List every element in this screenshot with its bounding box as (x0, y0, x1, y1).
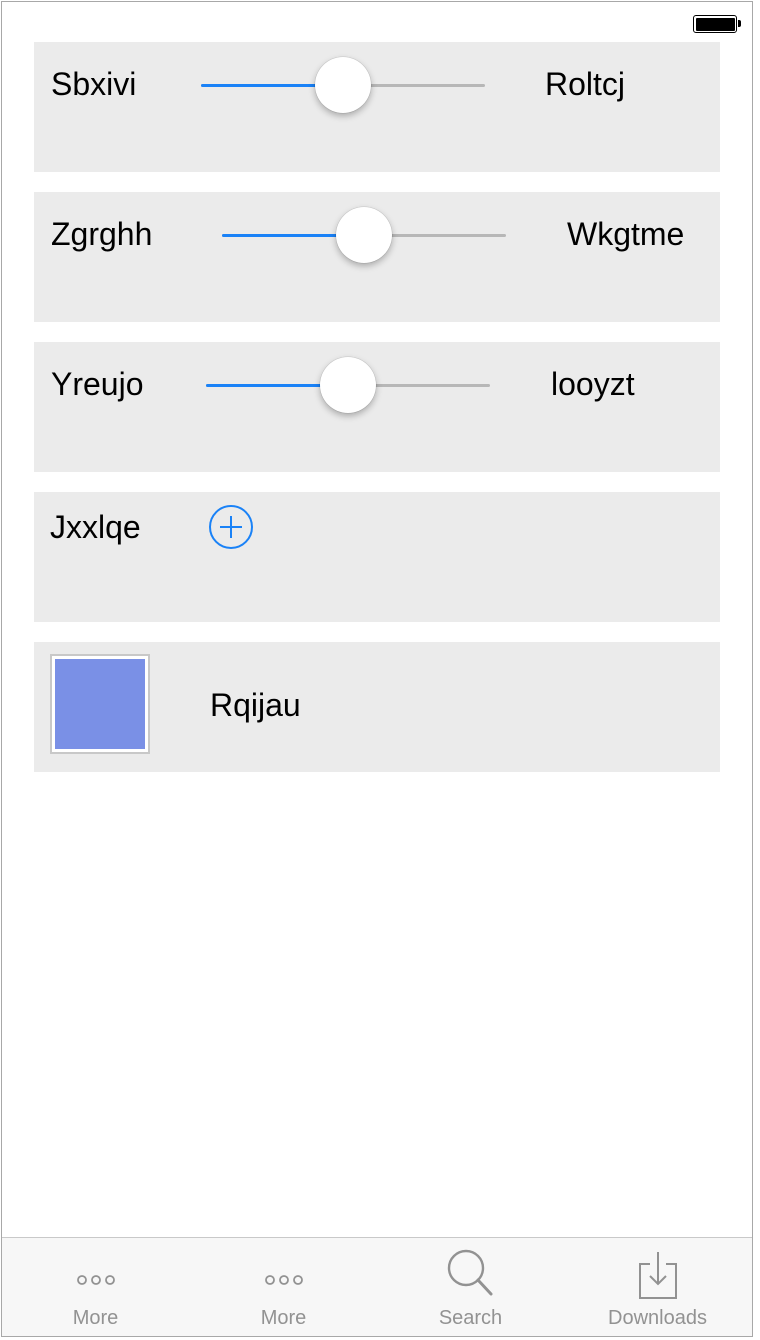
battery-level (695, 17, 735, 31)
battery-icon (693, 15, 741, 33)
slider-label: Zgrghh (51, 216, 153, 252)
slider-thumb[interactable] (336, 207, 392, 263)
slider-row-zgrghh: Zgrghh Wkgtme (34, 192, 720, 322)
color-swatch-fill (55, 659, 145, 749)
tab-more-1[interactable]: More (2, 1238, 189, 1336)
tab-label: Search (438, 1307, 503, 1329)
slider-thumb[interactable] (315, 57, 371, 113)
plus-circle-icon[interactable] (209, 505, 253, 549)
slider-end-label: looyzt (551, 366, 635, 402)
slider-row-sbxivi: Sbxivi Roltcj (34, 42, 720, 172)
more-icon (76, 1275, 115, 1285)
tab-search[interactable]: Search (377, 1238, 564, 1336)
battery-nub (738, 20, 741, 27)
slider-label: Sbxivi (51, 66, 137, 102)
tab-downloads[interactable]: Downloads (564, 1238, 751, 1336)
add-row-jxxlqe: Jxxlqe (34, 492, 720, 622)
tab-bar: More More Search Downloads (2, 1237, 752, 1336)
slider-end-label: Wkgtme (567, 216, 685, 252)
tab-label: More (72, 1307, 119, 1329)
color-row-label: Rqijau (210, 687, 301, 723)
slider-end-label: Roltcj (545, 66, 626, 102)
downloads-icon (638, 1252, 677, 1299)
color-row-rqijau: Rqijau (34, 642, 720, 772)
slider-thumb[interactable] (320, 357, 376, 413)
tab-more-2[interactable]: More (190, 1238, 377, 1336)
add-row-label: Jxxlqe (50, 509, 141, 545)
more-icon (264, 1275, 303, 1285)
color-swatch[interactable] (50, 654, 150, 754)
tab-label: More (260, 1307, 307, 1329)
slider-row-yreujo: Yreujo looyzt (34, 342, 720, 472)
slider-label: Yreujo (51, 366, 144, 402)
search-icon (447, 1249, 492, 1296)
tab-label: Downloads (608, 1307, 707, 1329)
